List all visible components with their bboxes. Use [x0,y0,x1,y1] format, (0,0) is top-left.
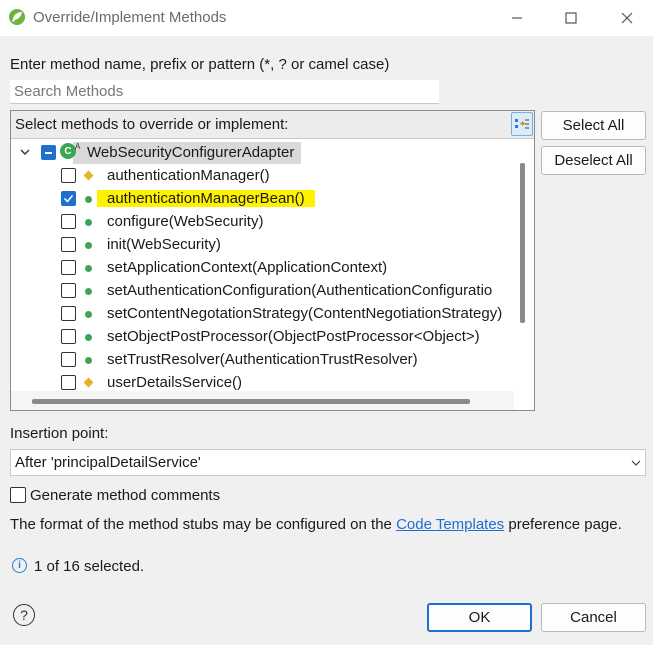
method-checkbox[interactable] [61,329,76,344]
deselect-all-button[interactable]: Deselect All [541,146,646,175]
method-label: authenticationManager() [107,167,270,184]
tree-header: Select methods to override or implement: [11,111,534,139]
method-checkbox[interactable] [61,214,76,229]
method-row[interactable]: authenticationManager() [11,165,514,188]
cancel-button[interactable]: Cancel [541,603,646,632]
protected-method-icon [83,377,94,388]
method-label: setAuthenticationConfiguration(Authentic… [107,282,493,299]
title-bar: Override/Implement Methods [0,0,653,36]
method-checkbox[interactable] [61,168,76,183]
select-all-button[interactable]: Select All [541,111,646,140]
methods-tree-panel: Select methods to override or implement:… [10,110,535,411]
method-row[interactable]: userDetailsService() [11,372,514,391]
close-button[interactable] [604,0,650,36]
tree-body: C A WebSecurityConfigurerAdapter authent… [11,140,514,391]
method-row[interactable]: authenticationManagerBean() [11,188,514,211]
method-row[interactable]: setTrustResolver(AuthenticationTrustReso… [11,349,514,372]
public-method-icon [85,219,92,226]
root-checkbox[interactable] [41,145,56,160]
insertion-point-select[interactable]: After 'principalDetailService' [10,449,646,476]
insertion-point-label: Insertion point: [10,425,109,442]
insertion-point-value: After 'principalDetailService' [15,454,201,471]
public-method-icon [85,357,92,364]
method-label: init(WebSecurity) [107,236,221,253]
method-row[interactable]: setApplicationContext(ApplicationContext… [11,257,514,280]
selection-status: 1 of 16 selected. [34,558,145,575]
help-icon[interactable]: ? [13,604,35,626]
method-checkbox[interactable] [61,375,76,390]
vertical-scroll-thumb[interactable] [520,163,525,323]
method-checkbox[interactable] [61,237,76,252]
method-label: authenticationManagerBean() [107,190,305,207]
public-method-icon [85,196,92,203]
format-note-prefix: The format of the method stubs may be co… [10,516,397,533]
window-title: Override/Implement Methods [33,9,227,26]
search-label: Enter method name, prefix or pattern (*,… [10,56,390,73]
method-row[interactable]: setAuthenticationConfiguration(Authentic… [11,280,514,303]
close-icon [621,12,633,24]
abstract-marker: A [75,142,81,151]
tree-header-label: Select methods to override or implement: [15,116,289,133]
public-method-icon [85,288,92,295]
chevron-down-icon [631,460,641,466]
generate-comments-checkbox[interactable] [10,487,26,503]
method-label: setApplicationContext(ApplicationContext… [107,259,388,276]
public-method-icon [85,311,92,318]
method-label: setTrustResolver(AuthenticationTrustReso… [107,351,418,368]
protected-method-icon [83,170,94,181]
method-checkbox[interactable] [61,191,76,206]
code-templates-link[interactable]: Code Templates [396,516,504,533]
chevron-down-icon[interactable] [19,146,31,158]
method-label: userDetailsService() [107,374,243,391]
public-method-icon [85,242,92,249]
method-checkbox[interactable] [61,306,76,321]
format-note-suffix: preference page. [504,516,622,533]
sort-button[interactable] [511,112,533,136]
horizontal-scroll-thumb[interactable] [32,399,470,404]
root-class-label: WebSecurityConfigurerAdapter [87,144,295,161]
search-input[interactable] [10,80,439,104]
public-method-icon [85,265,92,272]
sort-icon [515,119,529,129]
method-row[interactable]: configure(WebSecurity) [11,211,514,234]
method-label: setObjectPostProcessor(ObjectPostProcess… [107,328,480,345]
public-method-icon [85,334,92,341]
method-checkbox[interactable] [61,260,76,275]
generate-comments-label: Generate method comments [30,487,221,504]
method-label: setContentNegotationStrategy(ContentNego… [107,305,503,322]
minimize-icon [512,17,522,19]
maximize-button[interactable] [548,0,594,36]
maximize-icon [565,12,577,24]
spring-leaf-icon [9,9,25,25]
class-icon: C [60,143,76,159]
ok-button[interactable]: OK [427,603,532,632]
method-checkbox[interactable] [61,352,76,367]
info-icon: i [12,558,27,573]
method-label: configure(WebSecurity) [107,213,264,230]
format-note: The format of the method stubs may be co… [10,516,622,533]
minimize-button[interactable] [494,0,540,36]
tree-root-row[interactable]: C A WebSecurityConfigurerAdapter [11,142,514,165]
method-checkbox[interactable] [61,283,76,298]
method-row[interactable]: init(WebSecurity) [11,234,514,257]
method-row[interactable]: setContentNegotationStrategy(ContentNego… [11,303,514,326]
checkmark-icon [63,194,74,203]
method-row[interactable]: setObjectPostProcessor(ObjectPostProcess… [11,326,514,349]
